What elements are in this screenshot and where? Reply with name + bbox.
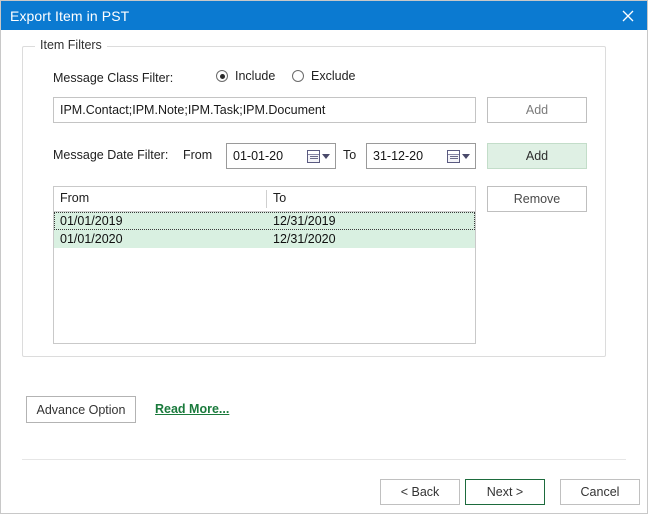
radio-include[interactable]: Include	[216, 69, 275, 83]
close-button[interactable]	[607, 1, 647, 30]
cancel-button[interactable]: Cancel	[560, 479, 640, 505]
export-item-dialog: Export Item in PST Item Filters Message …	[0, 0, 648, 514]
dialog-body: Item Filters Message Class Filter: Inclu…	[1, 30, 647, 513]
date-range-list-header: From To	[54, 187, 475, 212]
table-row[interactable]: 01/01/2020 12/31/2020	[54, 230, 475, 248]
row-to-value: 12/31/2019	[273, 214, 336, 228]
window-title: Export Item in PST	[10, 7, 130, 24]
column-header-from[interactable]: From	[54, 187, 267, 211]
row-from-value: 01/01/2020	[60, 232, 123, 246]
chevron-down-icon	[462, 153, 470, 159]
radio-exclude-indicator	[292, 70, 304, 82]
date-to-picker[interactable]: 31-12-20	[366, 143, 476, 169]
column-header-to[interactable]: To	[267, 187, 475, 211]
row-to-value: 12/31/2020	[273, 232, 336, 246]
radio-include-label: Include	[235, 69, 276, 83]
date-to-dropdown[interactable]	[447, 149, 475, 163]
close-icon	[622, 10, 634, 21]
add-message-class-button[interactable]: Add	[487, 97, 587, 123]
next-button[interactable]: Next >	[465, 479, 545, 505]
radio-exclude-label: Exclude	[311, 69, 356, 83]
date-to-label: To	[343, 148, 357, 162]
footer-divider	[22, 459, 626, 460]
remove-button[interactable]: Remove	[487, 186, 587, 212]
chevron-down-icon	[322, 153, 330, 159]
table-row[interactable]: 01/01/2019 12/31/2019	[54, 212, 475, 230]
date-from-picker[interactable]: 01-01-20	[226, 143, 336, 169]
date-from-dropdown[interactable]	[307, 149, 335, 163]
column-header-from-label: From	[60, 191, 90, 205]
date-from-label: From	[183, 148, 213, 162]
calendar-icon	[447, 149, 460, 163]
message-class-input[interactable]	[53, 97, 476, 123]
radio-exclude[interactable]: Exclude	[292, 69, 355, 83]
date-range-list[interactable]: From To 01/01/2019 12/31/2019 01/01/2020…	[53, 186, 476, 344]
calendar-icon	[307, 149, 320, 163]
date-from-value: 01-01-20	[233, 149, 284, 163]
message-class-filter-label: Message Class Filter:	[53, 71, 174, 85]
radio-include-indicator	[216, 70, 228, 82]
title-bar: Export Item in PST	[1, 1, 647, 30]
read-more-link[interactable]: Read More...	[155, 402, 229, 416]
back-button[interactable]: < Back	[380, 479, 460, 505]
column-header-to-label: To	[273, 191, 287, 205]
item-filters-group: Item Filters Message Class Filter: Inclu…	[22, 38, 606, 357]
message-date-filter-label: Message Date Filter:	[53, 148, 169, 162]
row-from-value: 01/01/2019	[60, 214, 123, 228]
add-date-range-button[interactable]: Add	[487, 143, 587, 169]
item-filters-title: Item Filters	[35, 38, 107, 52]
date-to-value: 31-12-20	[373, 149, 424, 163]
advance-option-button[interactable]: Advance Option	[26, 396, 136, 423]
